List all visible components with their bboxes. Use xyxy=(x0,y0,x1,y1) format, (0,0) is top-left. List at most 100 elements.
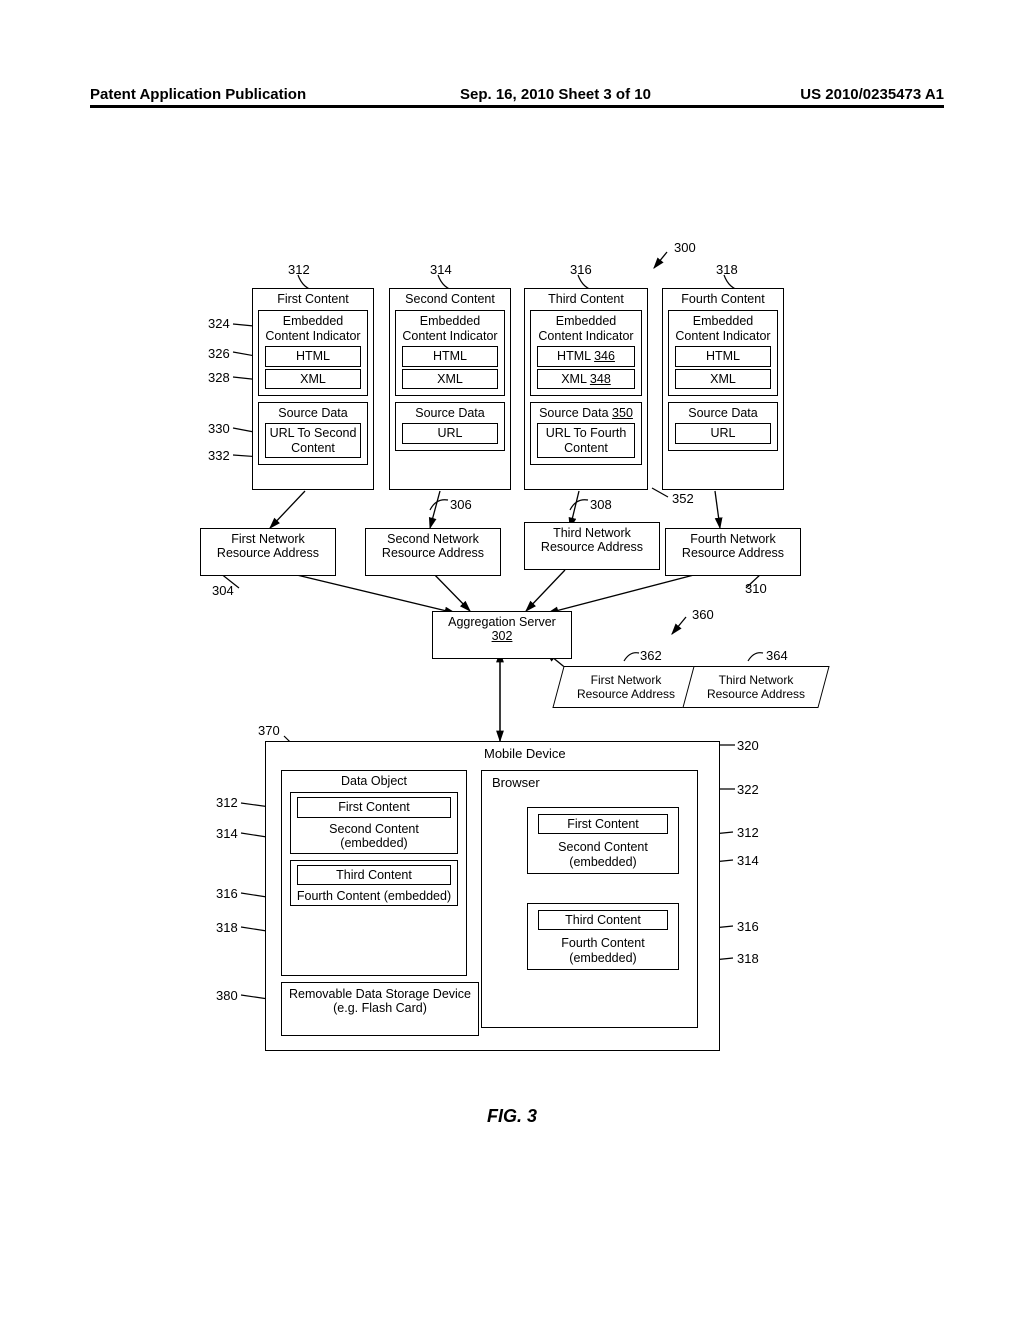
data-object-title: Data Object xyxy=(282,771,466,791)
ref-322: 322 xyxy=(737,782,759,797)
c2-xml: XML xyxy=(402,369,498,389)
c3-src-box: Source Data 350 URL To Fourth Content xyxy=(530,402,642,465)
removable-storage: Removable Data Storage Device (e.g. Flas… xyxy=(281,982,479,1036)
br-foc: Fourth Content (embedded) xyxy=(528,934,678,967)
ref-380: 380 xyxy=(216,988,238,1003)
nra-4: Fourth Network Resource Address xyxy=(665,528,801,576)
para-2-text: Third Network Resource Address xyxy=(697,673,815,701)
ref-306: 306 xyxy=(450,497,472,512)
c4-eci-box: Embedded Content Indicator HTML XML xyxy=(668,310,778,396)
c3-eci-box: Embedded Content Indicator HTML 346 XML … xyxy=(530,310,642,396)
ref-364: 364 xyxy=(766,648,788,663)
c3-xml: XML 348 xyxy=(537,369,635,389)
ref-360: 360 xyxy=(692,607,714,622)
c1-xml: XML xyxy=(265,369,361,389)
ref-r318: 318 xyxy=(737,951,759,966)
header-right: US 2010/0235473 A1 xyxy=(800,86,944,103)
agg-num: 302 xyxy=(435,629,569,643)
c3-title: Third Content xyxy=(525,289,647,309)
header-mid: Sep. 16, 2010 Sheet 3 of 10 xyxy=(460,86,651,103)
ref-328: 328 xyxy=(208,370,230,385)
c1-url: URL To Second Content xyxy=(265,423,361,458)
nra-3: Third Network Resource Address xyxy=(524,522,660,570)
para-2: Third Network Resource Address xyxy=(682,666,829,708)
ref-324: 324 xyxy=(208,316,230,331)
ref-300: 300 xyxy=(674,240,696,255)
page-header: Patent Application Publication Sep. 16, … xyxy=(90,86,944,108)
c2-html: HTML xyxy=(402,346,498,366)
c4-src: Source Data xyxy=(669,405,777,421)
ref-316-top: 316 xyxy=(570,262,592,277)
c2-eci: Embedded Content Indicator xyxy=(396,313,504,344)
ref-l316: 316 xyxy=(216,886,238,901)
c1-html: HTML xyxy=(265,346,361,366)
agg-label: Aggregation Server xyxy=(435,615,569,629)
c4-url: URL xyxy=(675,423,771,443)
c3-src: Source Data 350 xyxy=(531,405,641,421)
ref-308: 308 xyxy=(590,497,612,512)
do-group1: First Content Second Content (embedded) xyxy=(290,792,458,853)
c3-html: HTML 346 xyxy=(537,346,635,366)
ref-304: 304 xyxy=(212,583,234,598)
br-group1: First Content Second Content (embedded) xyxy=(527,807,679,874)
br-group2: Third Content Fourth Content (embedded) xyxy=(527,903,679,970)
ref-370: 370 xyxy=(258,723,280,738)
c2-title: Second Content xyxy=(390,289,510,309)
c1-title: First Content xyxy=(253,289,373,309)
figure-label: FIG. 3 xyxy=(0,1106,1024,1127)
content-box-1: First Content Embedded Content Indicator… xyxy=(252,288,374,490)
ref-310: 310 xyxy=(745,581,767,596)
c1-src-box: Source Data URL To Second Content xyxy=(258,402,368,465)
br-fc: First Content xyxy=(538,814,668,834)
content-box-2: Second Content Embedded Content Indicato… xyxy=(389,288,511,490)
do-group2: Third Content Fourth Content (embedded) xyxy=(290,860,458,907)
data-object: Data Object First Content Second Content… xyxy=(281,770,467,976)
ref-r312: 312 xyxy=(737,825,759,840)
c2-url: URL xyxy=(402,423,498,443)
do-fc: First Content xyxy=(297,797,451,817)
ref-362: 362 xyxy=(640,648,662,663)
ref-r314: 314 xyxy=(737,853,759,868)
c2-src: Source Data xyxy=(396,405,504,421)
nra-1: First Network Resource Address xyxy=(200,528,336,576)
c2-eci-box: Embedded Content Indicator HTML XML xyxy=(395,310,505,396)
c1-src: Source Data xyxy=(259,405,367,421)
ref-312-top: 312 xyxy=(288,262,310,277)
c4-xml: XML xyxy=(675,369,771,389)
content-box-3: Third Content Embedded Content Indicator… xyxy=(524,288,648,490)
ref-320: 320 xyxy=(737,738,759,753)
mobile-title: Mobile Device xyxy=(484,747,566,762)
c1-eci: Embedded Content Indicator xyxy=(259,313,367,344)
c4-title: Fourth Content xyxy=(663,289,783,309)
c1-eci-box: Embedded Content Indicator HTML XML xyxy=(258,310,368,396)
browser: Browser First Content Second Content (em… xyxy=(481,770,698,1028)
ref-l312: 312 xyxy=(216,795,238,810)
ref-l318: 318 xyxy=(216,920,238,935)
page: Patent Application Publication Sep. 16, … xyxy=(0,0,1024,1320)
c2-src-box: Source Data URL xyxy=(395,402,505,451)
content-box-4: Fourth Content Embedded Content Indicato… xyxy=(662,288,784,490)
c4-src-box: Source Data URL xyxy=(668,402,778,451)
ref-330: 330 xyxy=(208,421,230,436)
mobile-device: Mobile Device Data Object First Content … xyxy=(265,741,720,1051)
do-foc: Fourth Content (embedded) xyxy=(291,887,457,905)
br-sc: Second Content (embedded) xyxy=(528,838,678,871)
c3-url: URL To Fourth Content xyxy=(537,423,635,458)
br-tc: Third Content xyxy=(538,910,668,930)
ref-r316: 316 xyxy=(737,919,759,934)
do-tc: Third Content xyxy=(297,865,451,885)
ref-332: 332 xyxy=(208,448,230,463)
browser-title: Browser xyxy=(492,776,540,791)
aggregation-server: Aggregation Server 302 xyxy=(432,611,572,659)
ref-l314: 314 xyxy=(216,826,238,841)
do-sc: Second Content (embedded) xyxy=(291,820,457,853)
header-left: Patent Application Publication xyxy=(90,86,306,103)
nra-2: Second Network Resource Address xyxy=(365,528,501,576)
para-1: First Network Resource Address xyxy=(552,666,699,708)
para-1-text: First Network Resource Address xyxy=(567,673,685,701)
ref-314-top: 314 xyxy=(430,262,452,277)
c3-eci: Embedded Content Indicator xyxy=(531,313,641,344)
c4-eci: Embedded Content Indicator xyxy=(669,313,777,344)
ref-352: 352 xyxy=(672,491,694,506)
ref-326: 326 xyxy=(208,346,230,361)
